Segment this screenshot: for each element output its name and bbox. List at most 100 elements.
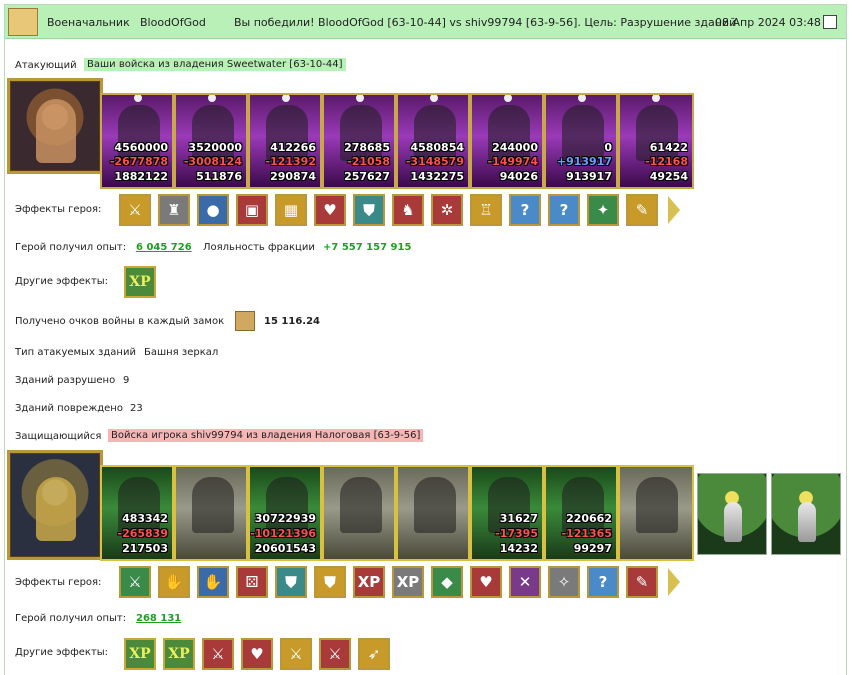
unit-icon <box>636 477 678 533</box>
unit-left: 257627 <box>344 170 390 183</box>
unit-left: 14232 <box>499 542 538 555</box>
scroll-icon[interactable]: ✎ <box>626 566 658 598</box>
cuirass-icon[interactable]: ♖ <box>470 194 502 226</box>
unit-left: 1882122 <box>114 170 168 183</box>
select-checkbox[interactable] <box>823 15 837 29</box>
unit-count: 278685 <box>344 141 390 154</box>
attacker-unit[interactable]: 4580854 -3148579 1432275 <box>396 93 470 189</box>
attacker-effects-label: Эффекты героя: <box>15 204 102 215</box>
heart-gem-icon[interactable]: ♥ <box>470 566 502 598</box>
defender-exp-value[interactable]: 268 131 <box>136 613 181 624</box>
hands-shield-icon[interactable]: ⛊ <box>314 566 346 598</box>
hero-avatar-icon <box>36 477 76 541</box>
damaged-value: 23 <box>130 403 143 414</box>
dice-icon[interactable]: ⚄ <box>236 566 268 598</box>
defender-hero-portrait[interactable] <box>7 450 103 560</box>
unit-left: 99297 <box>573 542 612 555</box>
shield-icon[interactable]: ⛊ <box>275 566 307 598</box>
attacker-unit[interactable]: 61422 -12168 49254 <box>618 93 694 189</box>
attacker-unit[interactable]: 0 +913917 913917 <box>544 93 618 189</box>
gold-sword-icon[interactable]: ⚔ <box>119 194 151 226</box>
defender-unit[interactable]: 30722939 -10121396 20601543 <box>248 465 322 561</box>
xp-icon[interactable]: XP <box>124 638 156 670</box>
question-icon[interactable]: ? <box>587 566 619 598</box>
defender-tower-icon[interactable] <box>697 473 767 555</box>
sword-shield-icon[interactable]: ⚔ <box>280 638 312 670</box>
hand-icon[interactable]: ✋ <box>197 566 229 598</box>
next-arrow-icon[interactable] <box>667 566 681 598</box>
defender-unit[interactable] <box>618 465 694 561</box>
defender-unit[interactable]: 220662 -121365 99297 <box>544 465 618 561</box>
unit-loss: -3148579 <box>405 155 464 168</box>
defender-unit[interactable] <box>322 465 396 561</box>
hero-avatar-icon <box>36 99 76 163</box>
attacker-unit[interactable]: 278685 -21058 257627 <box>322 93 396 189</box>
scroll-icon[interactable]: ✎ <box>626 194 658 226</box>
unit-icon <box>414 477 456 533</box>
attacker-army-tag[interactable]: Ваши войска из владения Sweetwater [63-1… <box>84 58 346 71</box>
unit-loss: -10121396 <box>250 527 316 540</box>
defender-unit[interactable]: 483342 -265839 217503 <box>100 465 174 561</box>
xp-icon[interactable]: XP <box>353 566 385 598</box>
unit-left: 94026 <box>499 170 538 183</box>
crystal-icon[interactable]: ◆ <box>431 566 463 598</box>
skull-icon <box>430 95 438 102</box>
xp-icon[interactable]: XP <box>124 266 156 298</box>
skull-icon <box>134 95 142 102</box>
unit-loss: -149974 <box>487 155 539 168</box>
skull-icon <box>356 95 364 102</box>
unit-icon <box>192 477 234 533</box>
attacker-other-effects-label: Другие эффекты: <box>15 276 109 287</box>
unit-count: 220662 <box>566 512 612 525</box>
defender-unit[interactable] <box>174 465 248 561</box>
handshake-icon[interactable]: ✋ <box>158 566 190 598</box>
unit-loss: -121365 <box>561 527 613 540</box>
crossed-swords-icon[interactable]: ✕ <box>509 566 541 598</box>
helmet-icon[interactable]: ♜ <box>158 194 190 226</box>
heart-icon[interactable]: ♥ <box>241 638 273 670</box>
armor-icon[interactable]: ♞ <box>392 194 424 226</box>
sword-icon[interactable]: ⚔ <box>119 566 151 598</box>
damaged-label: Зданий повреждено <box>15 403 123 414</box>
player-name[interactable]: BloodOfGod <box>140 16 206 29</box>
unit-loss: -3008124 <box>183 155 242 168</box>
attacker-hero-portrait[interactable] <box>7 78 103 174</box>
archer-icon[interactable]: ➶ <box>358 638 390 670</box>
tower-icon <box>724 502 742 542</box>
heart-icon[interactable]: ♥ <box>314 194 346 226</box>
attacker-unit[interactable]: 412266 -121392 290874 <box>248 93 322 189</box>
attacker-exp-value[interactable]: 6 045 726 <box>136 242 192 253</box>
attacker-unit[interactable]: 3520000 -3008124 511876 <box>174 93 248 189</box>
chest-icon[interactable]: ▣ <box>236 194 268 226</box>
defender-army-tag[interactable]: Войска игрока shiv99794 из владения Нало… <box>108 429 424 442</box>
skull-icon <box>208 95 216 102</box>
defender-unit[interactable]: 31627 -17395 14232 <box>470 465 544 561</box>
defender-exp-label: Герой получил опыт: <box>15 613 127 624</box>
rune-icon[interactable]: ✦ <box>587 194 619 226</box>
unit-icon <box>562 105 604 161</box>
treasure-icon[interactable]: ▦ <box>275 194 307 226</box>
question-icon[interactable]: ? <box>548 194 580 226</box>
xp-crest-icon[interactable]: XP <box>392 566 424 598</box>
gear-icon[interactable]: ✲ <box>431 194 463 226</box>
defender-units: 483342 -265839 217503 30722939 -10121396… <box>100 465 696 561</box>
unit-left: 290874 <box>270 170 316 183</box>
wings-icon[interactable]: ✧ <box>548 566 580 598</box>
attacker-units: 4560000 -2677878 1882122 3520000 -300812… <box>100 93 694 189</box>
defender-tower-icon[interactable] <box>771 473 841 555</box>
sword-shield-icon[interactable]: ⚔ <box>319 638 351 670</box>
unit-count: 61422 <box>649 141 688 154</box>
shield-icon[interactable]: ⛊ <box>353 194 385 226</box>
next-arrow-icon[interactable] <box>667 194 681 226</box>
xp-icon[interactable]: XP <box>163 638 195 670</box>
attacker-unit[interactable]: 4560000 -2677878 1882122 <box>100 93 174 189</box>
crossed-swords-icon <box>235 311 255 331</box>
unit-left: 1432275 <box>410 170 464 183</box>
attacker-unit[interactable]: 244000 -149974 94026 <box>470 93 544 189</box>
orb-icon[interactable]: ● <box>197 194 229 226</box>
sword-shield-icon[interactable]: ⚔ <box>202 638 234 670</box>
unit-loss: -17395 <box>495 527 538 540</box>
attacker-label: Атакующий <box>15 60 77 71</box>
question-icon[interactable]: ? <box>509 194 541 226</box>
defender-unit[interactable] <box>396 465 470 561</box>
